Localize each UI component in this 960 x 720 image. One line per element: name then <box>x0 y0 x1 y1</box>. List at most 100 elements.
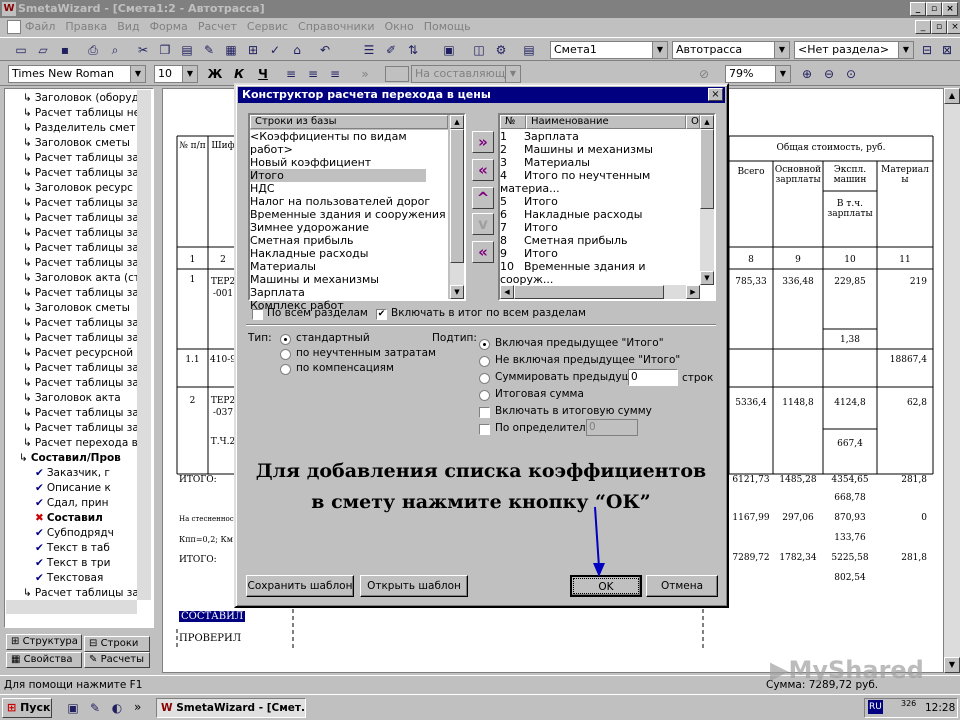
color-box[interactable] <box>385 66 409 82</box>
base-row-item[interactable]: Итого <box>250 169 426 182</box>
selected-row-item[interactable]: 5 Итого <box>500 195 700 208</box>
tree-item[interactable]: ↳ Заголовок акта (ст <box>23 271 140 286</box>
base-row-item[interactable]: Сметная прибыль <box>250 234 448 247</box>
type-standard-radio[interactable] <box>280 334 291 345</box>
tree-item[interactable]: ↳ Расчет таблицы за <box>23 376 139 391</box>
tree-item[interactable]: ↳ Расчет таблицы за <box>23 406 139 421</box>
align-right-icon[interactable]: ≡ <box>326 65 344 83</box>
menu-item-4[interactable]: Расчет <box>198 20 237 33</box>
zoom-combo[interactable]: 79% ▼ <box>725 65 791 83</box>
menu-item-2[interactable]: Вид <box>117 20 139 33</box>
base-row-item[interactable]: НДС <box>250 182 448 195</box>
scroll-up-icon[interactable]: ▲ <box>944 88 960 104</box>
tree-item[interactable]: ↳ Расчет таблицы за <box>23 151 139 166</box>
tree-item[interactable]: ↳ Заголовок сметы <box>23 301 130 316</box>
align-center-icon[interactable]: ≡ <box>304 65 322 83</box>
minimize-button[interactable]: _ <box>910 2 926 16</box>
base-row-item[interactable]: <Коэффициенты по видам работ> <box>250 130 448 156</box>
scroll-up-icon[interactable]: ▲ <box>450 115 464 129</box>
tool-b-icon[interactable]: ▦ <box>222 41 240 59</box>
close-button[interactable]: × <box>942 2 958 16</box>
object-combo[interactable]: Автотрасса ▼ <box>672 41 790 59</box>
subtype-total-radio[interactable] <box>479 390 490 401</box>
remove-all-button[interactable]: « <box>472 241 494 263</box>
scroll-right-icon[interactable]: ▶ <box>686 285 700 299</box>
tree-item[interactable]: ↳ Заголовок акта <box>23 391 121 406</box>
tool-e-icon[interactable]: ⌂ <box>288 41 306 59</box>
tree-item[interactable]: ✔ Текстовая <box>35 571 103 586</box>
tab-rows[interactable]: ⊟ Строки <box>84 636 150 652</box>
cut-icon[interactable]: ✂ <box>134 41 152 59</box>
tree-item[interactable]: ✔ Описание к <box>35 481 111 496</box>
selected-rows-vscroll[interactable]: ▲ ▼ <box>700 115 714 285</box>
scroll-down-icon[interactable]: ▼ <box>700 271 714 285</box>
align-left-icon[interactable]: ≡ <box>282 65 300 83</box>
browser-icon[interactable]: ◐ <box>108 699 126 717</box>
desktop-icon[interactable]: ▣ <box>64 699 82 717</box>
base-row-item[interactable]: Новый коэффициент <box>250 156 448 169</box>
base-row-item[interactable]: Зимнее удорожание <box>250 221 448 234</box>
selected-row-item[interactable]: 4 Итого по неучтенным материа... <box>500 169 700 195</box>
menu-item-6[interactable]: Справочники <box>298 20 374 33</box>
tool-h-icon[interactable]: ⇅ <box>404 41 422 59</box>
selected-row-item[interactable]: 9 Итого <box>500 247 700 260</box>
type-unaccounted-radio[interactable] <box>280 349 291 360</box>
tree-item[interactable]: ↳ Расчет таблицы не <box>23 106 140 121</box>
doc-minimize-button[interactable]: _ <box>915 20 931 34</box>
by-determinant-checkbox[interactable] <box>479 424 490 435</box>
zoom-in-icon[interactable]: ⊕ <box>798 65 816 83</box>
selected-row-item[interactable]: 2 Машины и механизмы <box>500 143 700 156</box>
include-total-checkbox[interactable]: ✔ <box>376 309 387 320</box>
scroll-thumb[interactable] <box>450 129 464 263</box>
tree-item[interactable]: ↳ Расчет таблицы за <box>23 226 139 241</box>
tree-item[interactable]: ↳ Расчет таблицы за <box>23 316 139 331</box>
dialog-close-icon[interactable]: × <box>708 88 723 101</box>
tool-g-icon[interactable]: ✐ <box>382 41 400 59</box>
expand-icon[interactable]: » <box>356 65 374 83</box>
tool-d-icon[interactable]: ✓ <box>266 41 284 59</box>
selected-row-item[interactable]: 6 Накладные расходы <box>500 208 700 221</box>
tree-item[interactable]: ↳ Расчет таблицы за <box>23 361 139 376</box>
italic-button[interactable]: К <box>230 65 248 83</box>
remove-row-button[interactable]: « <box>472 159 494 181</box>
document-vscroll[interactable]: ▲ ▼ <box>944 88 960 673</box>
tree-item[interactable]: ↳ Расчет таблицы за <box>23 421 139 436</box>
base-row-item[interactable]: Материалы <box>250 260 448 273</box>
tree-item[interactable]: ✔ Сдал, прин <box>35 496 108 511</box>
move-up-button[interactable]: ^ <box>472 187 494 209</box>
tool-f-icon[interactable]: ☰ <box>360 41 378 59</box>
cancel-button[interactable]: Отмена <box>646 575 718 597</box>
tree-item[interactable]: ✖ Составил <box>35 511 103 526</box>
estimate-combo[interactable]: Смета1 ▼ <box>550 41 668 59</box>
quicklaunch-icon[interactable]: ✎ <box>86 699 104 717</box>
save-template-button[interactable]: Сохранить шаблон <box>246 575 354 597</box>
selected-row-item[interactable]: 1 Зарплата <box>500 130 700 143</box>
menu-item-1[interactable]: Правка <box>65 20 107 33</box>
menu-item-5[interactable]: Сервис <box>247 20 288 33</box>
taskbar-task-smetawizard[interactable]: W SmetaWizard - [Смет... <box>156 698 306 718</box>
tree-item[interactable]: ↳ Расчет таблицы за <box>23 331 139 346</box>
tree-item[interactable]: ↳ Расчет ресурсной <box>23 346 133 361</box>
tool-a-icon[interactable]: ✎ <box>200 41 218 59</box>
scroll-thumb[interactable] <box>700 129 714 209</box>
start-button[interactable]: ⊞ Пуск <box>2 698 52 718</box>
component-combo[interactable]: На составляющие ▼ <box>411 65 521 83</box>
size-combo[interactable]: 10 ▼ <box>154 65 198 83</box>
tree-item[interactable]: ↳ Расчет таблицы за <box>23 211 139 226</box>
tree-item[interactable]: ↳ Расчет перехода в <box>23 436 138 451</box>
tree-item[interactable]: ↳ Заголовок сметы <box>23 136 130 151</box>
base-rows-scroll[interactable]: ▲ ▼ <box>450 115 464 299</box>
language-indicator[interactable]: RU <box>868 700 883 714</box>
base-row-item[interactable]: Налог на пользователей дорог <box>250 195 448 208</box>
doc-restore-button[interactable]: ▫ <box>931 20 947 34</box>
add-row-button[interactable]: » <box>472 131 494 153</box>
restore-button[interactable]: ▫ <box>926 2 942 16</box>
tree-item[interactable]: ↳ Расчет таблицы за <box>23 256 139 271</box>
tree-hscroll[interactable] <box>6 600 137 614</box>
tree-item[interactable]: ↳ Заголовок ресурс <box>23 181 133 196</box>
tree-item[interactable]: ↳ Заголовок (оборуд <box>23 91 139 106</box>
tree-item[interactable]: ↳ Составил/Пров <box>19 451 121 466</box>
menu-item-8[interactable]: Помощь <box>424 20 471 33</box>
subtype-include-radio[interactable] <box>479 339 490 350</box>
tool-n-icon[interactable]: ⊠ <box>938 41 956 59</box>
